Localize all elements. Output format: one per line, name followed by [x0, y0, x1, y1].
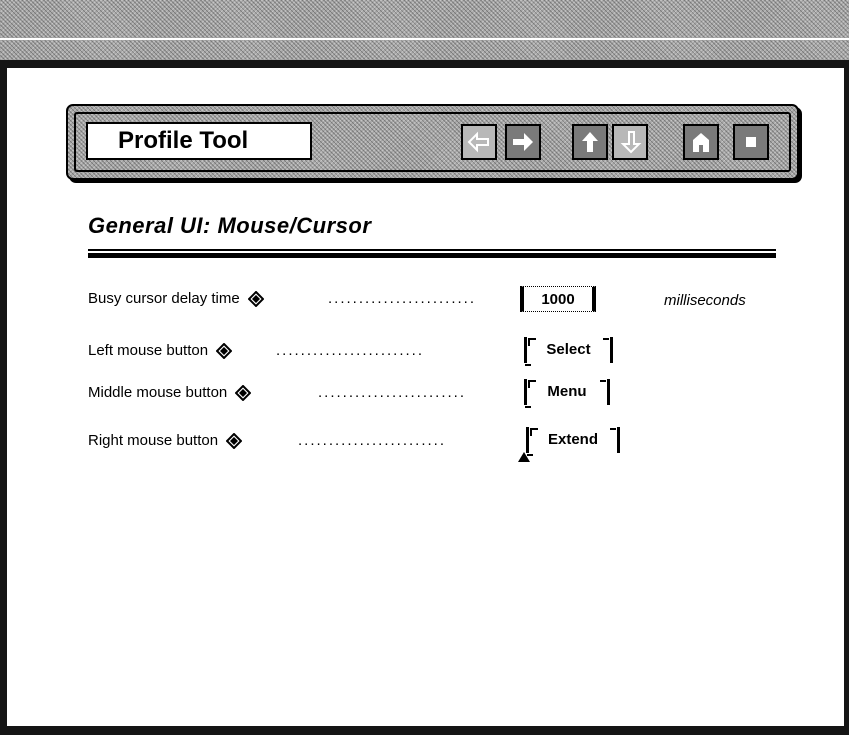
units-label: milliseconds — [664, 292, 746, 309]
left-button-option-menu[interactable]: Select — [524, 337, 613, 366]
window-frame-bottom — [0, 726, 849, 735]
field-value: 1000 — [541, 291, 575, 308]
setting-row-busy-cursor: Busy cursor delay time — [88, 287, 264, 311]
option-corner — [525, 358, 531, 366]
window-title-bar[interactable] — [0, 40, 849, 60]
option-corner — [603, 338, 609, 346]
option-value: Menu — [547, 383, 587, 400]
setting-row-right-button: Right mouse button — [88, 429, 243, 453]
stop-button[interactable] — [733, 124, 769, 160]
home-icon — [693, 133, 709, 152]
option-corner — [528, 338, 536, 346]
option-value: Select — [546, 341, 591, 358]
setting-row-left-button: Left mouse button — [88, 339, 233, 363]
option-corner — [530, 428, 538, 436]
section-rule-thick — [88, 253, 776, 258]
window-frame-top — [0, 60, 849, 68]
leader-dots: ........................ — [318, 384, 467, 401]
home-button[interactable] — [683, 124, 719, 160]
right-button-option-menu[interactable]: Extend — [526, 427, 620, 456]
window-frame-left — [0, 68, 7, 735]
section-title: General UI: Mouse/Cursor — [88, 213, 372, 238]
text-cursor-icon — [518, 452, 530, 462]
leader-dots: ........................ — [298, 432, 447, 449]
option-value: Extend — [547, 431, 598, 448]
diamond-icon[interactable] — [226, 433, 243, 450]
busy-cursor-delay-input[interactable]: 1000 — [520, 286, 596, 312]
diamond-icon[interactable] — [216, 343, 233, 360]
arrow-left-icon — [467, 131, 489, 153]
setting-label: Busy cursor delay time — [88, 290, 240, 307]
down-button[interactable] — [612, 124, 648, 160]
arrow-right-icon — [513, 133, 533, 151]
option-corner — [600, 380, 606, 388]
back-button[interactable] — [461, 124, 497, 160]
setting-label: Right mouse button — [88, 432, 219, 449]
leader-dots: ........................ — [328, 290, 477, 307]
section-rule — [88, 249, 776, 251]
arrow-up-icon — [582, 132, 598, 152]
option-corner — [525, 400, 531, 408]
option-corner — [528, 380, 536, 388]
setting-label: Middle mouse button — [88, 384, 228, 401]
setting-label: Left mouse button — [88, 342, 209, 359]
arrow-down-icon — [620, 131, 642, 154]
stop-icon — [746, 137, 756, 147]
leader-dots: ........................ — [276, 342, 425, 359]
forward-button[interactable] — [505, 124, 541, 160]
middle-button-option-menu[interactable]: Menu — [524, 379, 610, 408]
app-title: Profile Tool — [86, 122, 312, 160]
diamond-icon[interactable] — [247, 291, 264, 308]
diamond-icon[interactable] — [235, 385, 252, 402]
window-frame-right — [844, 68, 849, 735]
desktop-pattern — [0, 0, 849, 38]
option-corner — [610, 428, 616, 436]
up-button[interactable] — [572, 124, 608, 160]
setting-row-middle-button: Middle mouse button — [88, 381, 252, 405]
